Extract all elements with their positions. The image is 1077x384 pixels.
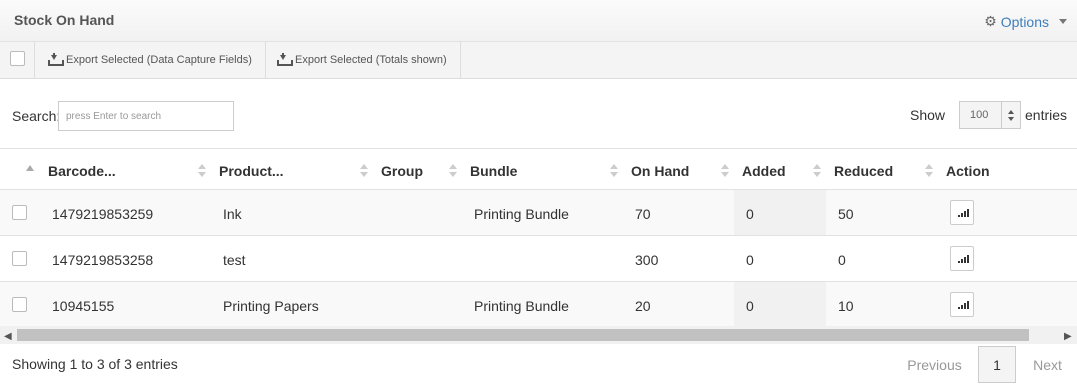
cell-on-hand: 70 [635,206,651,222]
caret-down-icon [1059,19,1067,24]
previous-page-button[interactable]: Previous [896,346,973,383]
gear-icon: ⚙ [984,13,997,29]
cell-on-hand: 300 [635,252,659,268]
column-group[interactable]: Group [381,163,423,179]
entries-label: entries [1025,107,1068,123]
cell-reduced: 50 [838,206,854,222]
cell-product: Printing Papers [223,298,319,314]
search-label: Search: [12,108,61,124]
sort-icon [449,164,457,178]
entries-per-page-select[interactable]: 100 [959,101,1021,129]
panel-title: Stock On Hand [14,12,115,28]
column-bundle[interactable]: Bundle [470,163,517,179]
cell-bundle: Printing Bundle [474,206,569,222]
table-row: 10945155 Printing Papers Printing Bundle… [0,282,1077,328]
bar-chart-icon [958,255,969,263]
cell-reduced: 0 [838,252,846,268]
table-info: Showing 1 to 3 of 3 entries [12,356,178,372]
options-dropdown[interactable]: ⚙ Options [984,13,1067,30]
column-added[interactable]: Added [742,163,786,179]
bar-chart-icon [958,301,969,309]
table-header: Barcode... Product... Group Bundle On Ha… [0,148,1077,190]
history-chart-button[interactable] [950,200,974,225]
column-reduced[interactable]: Reduced [834,163,893,179]
sort-icon [198,164,206,178]
cell-bundle: Printing Bundle [474,298,569,314]
panel-header: Stock On Hand ⚙ Options [0,0,1077,42]
cell-barcode: 1479219853258 [52,252,154,268]
cell-product: test [223,252,246,268]
column-barcode[interactable]: Barcode... [48,163,116,179]
show-label: Show [910,107,946,123]
sort-icon [610,164,618,178]
toolbar: Export Selected (Data Capture Fields) Ex… [0,42,1077,79]
sort-icon [925,164,933,178]
row-checkbox[interactable] [12,205,27,220]
spinner-arrows-icon [1001,102,1020,128]
cell-barcode: 10945155 [52,298,115,314]
bar-chart-icon [958,209,969,217]
next-page-button[interactable]: Next [1022,346,1073,383]
download-icon [277,52,293,66]
cell-added: 0 [746,252,754,268]
cell-reduced: 10 [838,298,854,314]
row-checkbox[interactable] [12,297,27,312]
history-chart-button[interactable] [950,292,974,317]
stock-table: Barcode... Product... Group Bundle On Ha… [0,148,1077,328]
export-data-capture-label: Export Selected (Data Capture Fields) [66,54,252,66]
search-input[interactable] [58,101,234,131]
table-row: 1479219853258 test 300 0 0 [0,236,1077,282]
table-row: 1479219853259 Ink Printing Bundle 70 0 5… [0,190,1077,236]
select-all-checkbox[interactable] [10,51,25,66]
options-label: Options [1000,13,1049,30]
export-totals-label: Export Selected (Totals shown) [295,54,447,66]
scroll-left-icon[interactable]: ◀ [4,331,12,342]
history-chart-button[interactable] [950,246,974,271]
sort-icon [360,164,368,178]
sort-icon [813,164,821,178]
page-1-button[interactable]: 1 [978,346,1016,383]
horizontal-scrollbar[interactable]: ◀ ▶ [0,326,1077,344]
column-on-hand[interactable]: On Hand [631,163,689,179]
select-all-cell [0,42,35,78]
sort-icon [721,164,729,178]
column-action: Action [946,163,990,179]
column-product[interactable]: Product... [219,163,284,179]
cell-added: 0 [746,298,754,314]
cell-product: Ink [223,206,242,222]
row-checkbox[interactable] [12,251,27,266]
export-data-capture-button[interactable]: Export Selected (Data Capture Fields) [35,42,266,78]
download-icon [48,52,64,66]
cell-barcode: 1479219853259 [52,206,154,222]
scroll-right-icon[interactable]: ▶ [1064,331,1072,342]
scrollbar-thumb[interactable] [17,329,1029,341]
sort-asc-icon[interactable] [26,165,34,171]
entries-per-page-value: 100 [970,109,989,121]
cell-on-hand: 20 [635,298,651,314]
cell-added: 0 [746,206,754,222]
export-totals-button[interactable]: Export Selected (Totals shown) [264,42,461,78]
